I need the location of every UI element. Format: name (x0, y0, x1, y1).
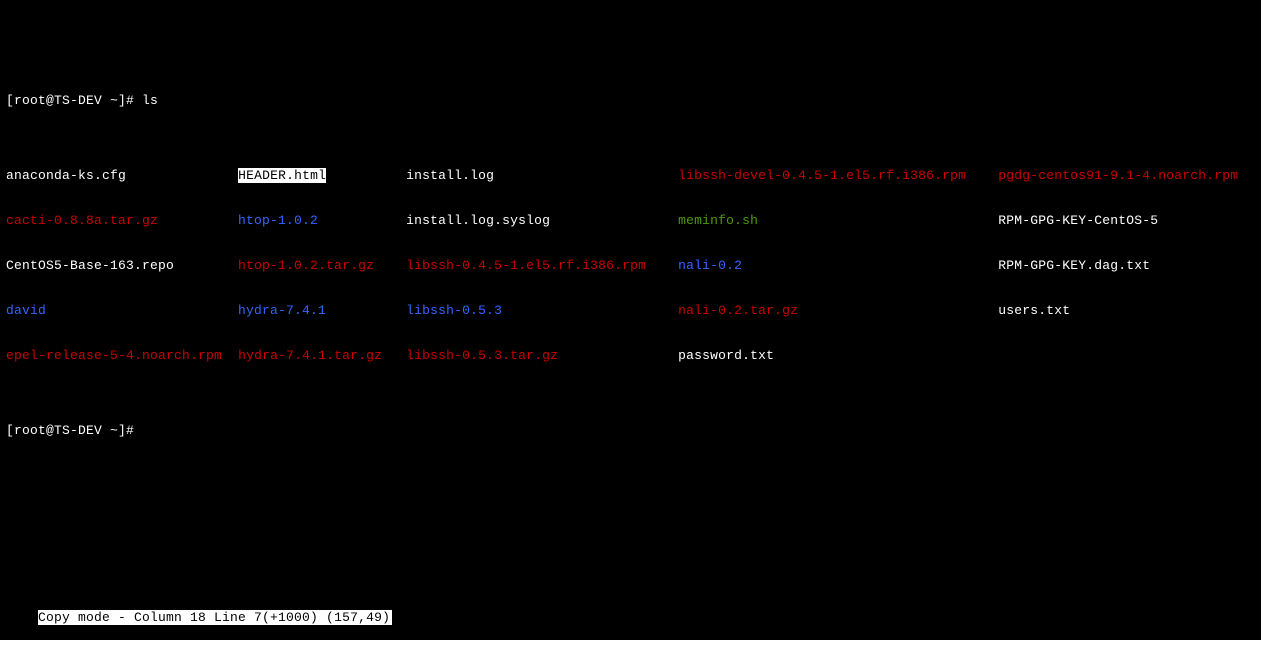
file-HEADER.html: HEADER.html (238, 168, 326, 183)
terminal-window[interactable]: [root@TS-DEV ~]# ls anaconda-ks.cfg HEAD… (0, 0, 1261, 640)
file-libssh-0.5.3: libssh-0.5.3 (406, 303, 502, 318)
file-libssh-0.4.5-1.el5.rf.i386.rpm: libssh-0.4.5-1.el5.rf.i386.rpm (406, 258, 646, 273)
file-install.log: install.log (406, 168, 494, 183)
file-nali-0.2: nali-0.2 (678, 258, 742, 273)
file-password.txt: password.txt (678, 348, 774, 363)
status-bar: Copy mode - Column 18 Line 7(+1000) (157… (0, 595, 1261, 640)
file-epel-release-5-4.noarch.rpm: epel-release-5-4.noarch.rpm (6, 348, 222, 363)
ls-row-1: cacti-0.8.8a.tar.gz htop-1.0.2 install.l… (6, 213, 1257, 228)
prompt-line-1: [root@TS-DEV ~]# ls (6, 93, 1257, 108)
file-RPM-GPG-KEY.dag.txt: RPM-GPG-KEY.dag.txt (998, 258, 1150, 273)
file-RPM-GPG-KEY-CentOS-5: RPM-GPG-KEY-CentOS-5 (998, 213, 1158, 228)
file-htop-1.0.2: htop-1.0.2 (238, 213, 318, 228)
cursor (142, 425, 150, 438)
file-users.txt: users.txt (998, 303, 1070, 318)
ls-row-2: CentOS5-Base-163.repo htop-1.0.2.tar.gz … (6, 258, 1257, 273)
prompt-idle: [root@TS-DEV ~]# (6, 423, 142, 438)
ls-row-4: epel-release-5-4.noarch.rpm hydra-7.4.1.… (6, 348, 1257, 363)
prompt-prefix: [root@TS-DEV ~]# ls (6, 93, 158, 108)
file-david: david (6, 303, 46, 318)
file-meminfo.sh: meminfo.sh (678, 213, 758, 228)
file-nali-0.2.tar.gz: nali-0.2.tar.gz (678, 303, 798, 318)
terminal-content[interactable]: [root@TS-DEV ~]# ls anaconda-ks.cfg HEAD… (0, 30, 1261, 483)
file-CentOS5-Base-163.repo: CentOS5-Base-163.repo (6, 258, 174, 273)
file-hydra-7.4.1.tar.gz: hydra-7.4.1.tar.gz (238, 348, 382, 363)
status-bar-text: Copy mode - Column 18 Line 7(+1000) (157… (38, 610, 392, 625)
file-libssh-0.5.3.tar.gz: libssh-0.5.3.tar.gz (406, 348, 558, 363)
prompt-line-2: [root@TS-DEV ~]# (6, 423, 1257, 438)
file-hydra-7.4.1: hydra-7.4.1 (238, 303, 326, 318)
ls-row-0: anaconda-ks.cfg HEADER.html install.log … (6, 168, 1257, 183)
file-htop-1.0.2.tar.gz: htop-1.0.2.tar.gz (238, 258, 374, 273)
ls-row-3: david hydra-7.4.1 libssh-0.5.3 nali-0.2.… (6, 303, 1257, 318)
file-cacti-0.8.8a.tar.gz: cacti-0.8.8a.tar.gz (6, 213, 158, 228)
file-install.log.syslog: install.log.syslog (406, 213, 550, 228)
file-pgdg-centos91-9.1-4.noarch.rpm: pgdg-centos91-9.1-4.noarch.rpm (998, 168, 1238, 183)
file-libssh-devel-0.4.5-1.el5.rf.i386.rpm: libssh-devel-0.4.5-1.el5.rf.i386.rpm (678, 168, 966, 183)
file-anaconda-ks.cfg: anaconda-ks.cfg (6, 168, 126, 183)
